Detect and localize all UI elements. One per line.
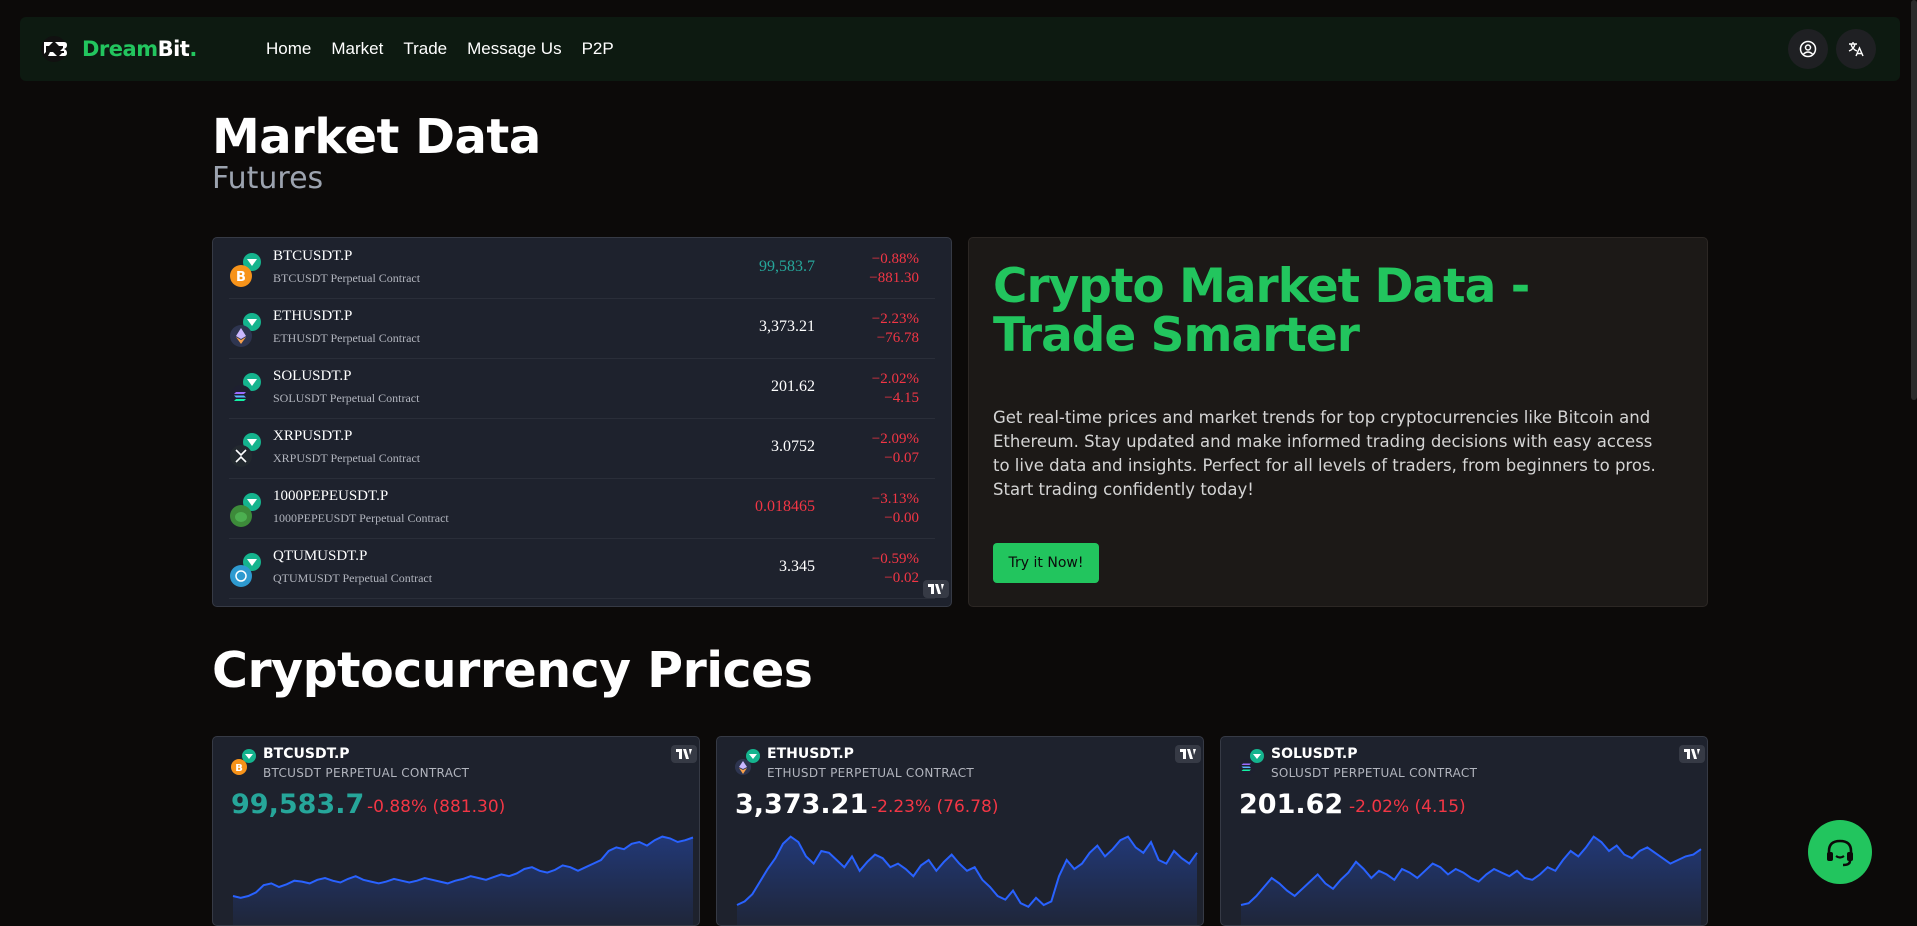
futures-change: −2.02% −4.15: [871, 371, 919, 406]
futures-change: −0.88% −881.30: [869, 251, 919, 286]
futures-symbol: ETHUSDT.P: [273, 308, 353, 324]
futures-symbol: QTUMUSDT.P: [273, 548, 368, 564]
ethereum-icon: [230, 313, 261, 347]
dreambit-logo-icon: [41, 36, 67, 62]
futures-symbol: BTCUSDT.P: [273, 248, 353, 264]
futures-price: 3.345: [779, 558, 815, 575]
solana-icon: [230, 373, 261, 407]
nav-link-trade[interactable]: Trade: [403, 39, 447, 59]
user-circle-icon: [1799, 40, 1817, 58]
futures-change: −2.09% −0.07: [871, 431, 919, 466]
card-symbol: BTCUSDT.P: [263, 746, 350, 762]
futures-row[interactable]: 1000PEPEUSDT.P 1000PEPEUSDT Perpetual Co…: [229, 478, 935, 539]
price-card[interactable]: B BTCUSDT.P BTCUSDT PERPETUAL CONTRACT 9…: [212, 736, 700, 926]
futures-ticker-widget: B BTCUSDT.P BTCUSDT Perpetual Contract 9…: [212, 237, 952, 607]
ethereum-icon: [735, 749, 760, 775]
futures-row[interactable]: ETHUSDT.P ETHUSDT Perpetual Contract 3,3…: [229, 298, 935, 359]
brand-logo[interactable]: DreamBit.: [40, 35, 197, 63]
futures-change: −0.59% −0.02: [871, 551, 919, 586]
tradingview-logo-icon[interactable]: [671, 745, 697, 763]
chart-area: [737, 836, 1197, 925]
page-title: Market Data: [212, 109, 541, 165]
svg-text:B: B: [236, 270, 246, 285]
language-button[interactable]: [1836, 29, 1876, 69]
futures-row[interactable]: B BTCUSDT.P BTCUSDT Perpetual Contract 9…: [229, 238, 935, 299]
futures-description: XRPUSDT Perpetual Contract: [273, 451, 421, 465]
price-card[interactable]: SOLUSDT.P SOLUSDT PERPETUAL CONTRACT 201…: [1220, 736, 1708, 926]
hero-card: Crypto Market Data - Trade Smarter Get r…: [968, 237, 1708, 607]
futures-symbol: SOLUSDT.P: [273, 368, 352, 384]
svg-text:B: B: [235, 763, 243, 774]
translate-icon: [1848, 42, 1864, 57]
futures-price: 99,583.7: [759, 258, 815, 275]
section-title: Cryptocurrency Prices: [212, 642, 813, 699]
qtum-icon: [230, 553, 261, 587]
card-description: BTCUSDT PERPETUAL CONTRACT: [263, 766, 470, 780]
card-change: -2.02% (4.15): [1349, 797, 1466, 817]
xrp-icon: [230, 433, 261, 467]
try-it-now-button[interactable]: Try it Now!: [993, 543, 1099, 583]
tradingview-logo-icon[interactable]: [1679, 745, 1705, 763]
card-price: 99,583.7: [231, 789, 365, 820]
card-symbol: ETHUSDT.P: [767, 746, 854, 762]
price-chart: [736, 835, 1198, 925]
pepe-icon: [230, 493, 261, 527]
futures-description: BTCUSDT Perpetual Contract: [273, 271, 421, 285]
hero-title: Crypto Market Data - Trade Smarter: [993, 259, 1530, 363]
bitcoin-icon: B: [230, 253, 261, 287]
futures-description: ETHUSDT Perpetual Contract: [273, 331, 421, 345]
card-price: 3,373.21: [735, 789, 869, 820]
futures-price: 0.018465: [755, 498, 815, 515]
futures-price: 3.0752: [771, 438, 815, 455]
futures-row[interactable]: QTUMUSDT.P QTUMUSDT Perpetual Contract 3…: [229, 538, 935, 599]
top-navbar: DreamBit. Home Market Trade Message Us P…: [20, 17, 1900, 81]
futures-row[interactable]: XRPUSDT.P XRPUSDT Perpetual Contract 3.0…: [229, 418, 935, 479]
futures-price: 201.62: [771, 378, 815, 395]
bitcoin-icon: B: [231, 749, 256, 775]
nav-link-home[interactable]: Home: [266, 39, 311, 59]
price-chart: [232, 835, 694, 925]
futures-change: −3.13% −0.00: [871, 491, 919, 526]
futures-symbol: XRPUSDT.P: [273, 428, 353, 444]
futures-change: −2.23% −76.78: [871, 311, 919, 346]
solana-icon: [1239, 749, 1264, 775]
headset-icon: [1827, 839, 1853, 867]
tradingview-logo-icon[interactable]: [1175, 745, 1201, 763]
card-symbol: SOLUSDT.P: [1271, 746, 1358, 762]
nav-link-market[interactable]: Market: [331, 39, 383, 59]
futures-price: 3,373.21: [759, 318, 815, 335]
support-chat-button[interactable]: [1808, 820, 1872, 884]
tradingview-logo-icon[interactable]: [923, 580, 949, 598]
card-description: ETHUSDT PERPETUAL CONTRACT: [767, 766, 975, 780]
futures-symbol: 1000PEPEUSDT.P: [273, 488, 389, 504]
futures-description: QTUMUSDT Perpetual Contract: [273, 571, 433, 585]
brand-name: DreamBit.: [82, 37, 197, 61]
nav-link-message-us[interactable]: Message Us: [467, 39, 561, 59]
card-change: -0.88% (881.30): [367, 797, 506, 817]
futures-row[interactable]: SOLUSDT.P SOLUSDT Perpetual Contract 201…: [229, 358, 935, 419]
card-change: -2.23% (76.78): [871, 797, 999, 817]
card-description: SOLUSDT PERPETUAL CONTRACT: [1271, 766, 1478, 780]
futures-description: 1000PEPEUSDT Perpetual Contract: [273, 511, 449, 525]
page-scrollbar[interactable]: [1911, 0, 1917, 400]
account-button[interactable]: [1788, 29, 1828, 69]
hero-description: Get real-time prices and market trends f…: [993, 408, 1656, 499]
nav-link-p2p[interactable]: P2P: [582, 39, 614, 59]
price-card[interactable]: ETHUSDT.P ETHUSDT PERPETUAL CONTRACT 3,3…: [716, 736, 1204, 926]
card-price: 201.62: [1239, 789, 1344, 820]
page-subtitle: Futures: [212, 161, 324, 196]
futures-description: SOLUSDT Perpetual Contract: [273, 391, 420, 405]
price-chart: [1240, 835, 1702, 925]
main-nav: Home Market Trade Message Us P2P: [266, 17, 634, 81]
